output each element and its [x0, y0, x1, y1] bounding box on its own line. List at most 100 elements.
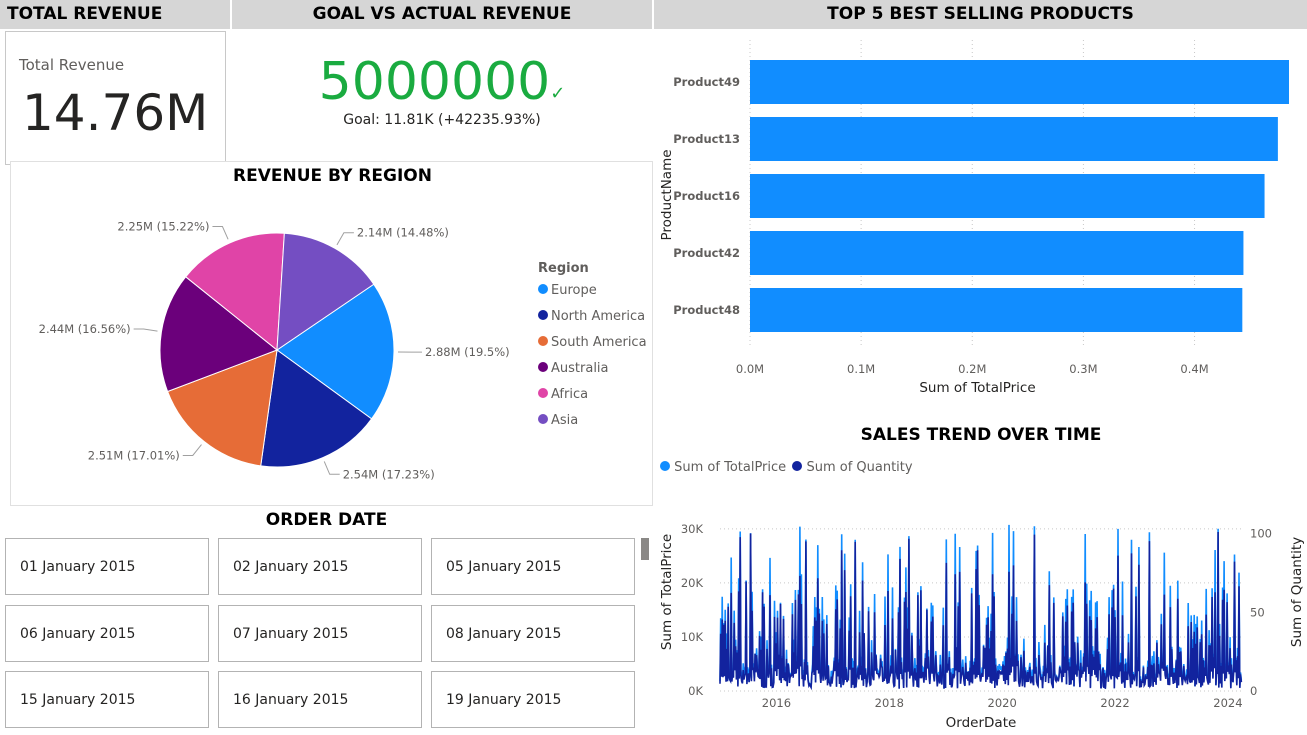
legend-dot-icon — [538, 284, 548, 294]
region-legend-item[interactable]: Africa — [538, 387, 650, 413]
bar-category-label: Product13 — [673, 132, 740, 146]
legend-dot-icon — [538, 336, 548, 346]
legend-label-totalprice: Sum of TotalPrice — [674, 460, 787, 475]
order-date-item[interactable]: 16 January 2015 — [218, 671, 422, 728]
pie-data-label-1: 2.54M (17.23%) — [343, 467, 435, 481]
region-legend-item[interactable]: Australia — [538, 361, 650, 387]
region-legend-label: Australia — [551, 361, 609, 376]
pie-data-label-5: 2.14M (14.48%) — [357, 226, 449, 240]
line-x-tick-label: 2018 — [875, 696, 904, 710]
bar-x-tick-label: 0.1M — [847, 362, 875, 376]
order-date-item[interactable]: 06 January 2015 — [5, 605, 209, 662]
bar-Product49 — [750, 60, 1289, 104]
order-date-item-label: 07 January 2015 — [233, 626, 349, 642]
line-y-left-tick-label: 30K — [681, 522, 704, 536]
region-legend-item[interactable]: North America — [538, 309, 650, 335]
line-y-left-tick-label: 0K — [688, 684, 703, 698]
order-date-item-label: 06 January 2015 — [20, 626, 136, 642]
order-date-item[interactable]: 19 January 2015 — [431, 671, 635, 728]
order-date-item[interactable]: 15 January 2015 — [5, 671, 209, 728]
bar-Product13 — [750, 117, 1278, 161]
total-revenue-header: TOTAL REVENUE — [0, 0, 230, 29]
order-date-item[interactable]: 01 January 2015 — [5, 538, 209, 595]
line-y-right-axis-title: Sum of Quantity — [1289, 537, 1305, 647]
top5-header: TOP 5 BEST SELLING PRODUCTS — [654, 0, 1307, 29]
pie-leader-line-1 — [323, 461, 340, 475]
region-legend-label: South America — [551, 335, 647, 350]
sales-trend-legend: Sum of TotalPrice Sum of Quantity — [660, 460, 913, 475]
sales-trend-title: SALES TREND OVER TIME — [860, 425, 1102, 445]
bar-x-tick-label: 0.3M — [1069, 362, 1097, 376]
order-date-item-label: 05 January 2015 — [446, 559, 562, 575]
order-date-item[interactable]: 05 January 2015 — [431, 538, 635, 595]
bar-x-axis-title: Sum of TotalPrice — [919, 380, 1035, 396]
line-x-tick-label: 2016 — [762, 696, 791, 710]
line-x-axis-title: OrderDate — [946, 715, 1017, 731]
legend-dot-icon — [538, 414, 548, 424]
order-date-item-label: 01 January 2015 — [20, 559, 136, 575]
region-legend-title: Region — [538, 261, 589, 276]
line-y-left-tick-label: 10K — [681, 630, 704, 644]
region-legend-item[interactable]: Europe — [538, 283, 650, 309]
total-revenue-header-title: TOTAL REVENUE — [7, 4, 163, 24]
order-date-item-label: 16 January 2015 — [233, 692, 349, 708]
pie-data-label-3: 2.44M (16.56%) — [39, 322, 131, 336]
goal-vs-actual-header: GOAL VS ACTUAL REVENUE — [232, 0, 652, 29]
region-legend-label: Africa — [551, 387, 589, 402]
line-y-left-axis-title: Sum of TotalPrice — [659, 534, 675, 650]
total-revenue-card[interactable]: Total Revenue 14.76M — [5, 31, 226, 165]
line-x-tick-label: 2024 — [1213, 696, 1242, 710]
goal-kpi-value: 5000000 — [318, 52, 551, 112]
legend-label-quantity: Sum of Quantity — [806, 460, 913, 475]
pie-leader-line-4 — [212, 226, 229, 240]
order-date-item-label: 19 January 2015 — [446, 692, 562, 708]
order-date-slicer[interactable] — [0, 0, 1, 1]
pie-data-label-0: 2.88M (19.5%) — [425, 345, 510, 359]
order-date-item[interactable]: 07 January 2015 — [218, 605, 422, 662]
bar-x-tick-label: 0.4M — [1180, 362, 1208, 376]
bar-category-label: Product42 — [673, 246, 740, 260]
region-legend-label: Asia — [551, 413, 579, 428]
line-y-right-tick-label: 100 — [1250, 527, 1272, 541]
region-legend-item[interactable]: Asia — [538, 413, 650, 439]
bar-Product16 — [750, 174, 1265, 218]
goal-kpi-card[interactable]: 5000000✓ Goal: 11.81K (+42235.93%) — [232, 40, 652, 140]
line-y-right-tick-label: 50 — [1250, 605, 1265, 619]
goal-kpi-value-row: 5000000✓ — [232, 52, 652, 112]
line-x-tick-label: 2022 — [1100, 696, 1129, 710]
revenue-by-region-visual[interactable]: REVENUE BY REGION 2.88M (19.5%) 2.54M (17… — [10, 161, 653, 506]
line-y-right-tick-label: 0 — [1250, 684, 1257, 698]
goal-kpi-goal-text: Goal: 11.81K (+42235.93%) — [343, 112, 541, 128]
total-revenue-label: Total Revenue — [19, 56, 125, 74]
bar-category-label: Product48 — [673, 303, 740, 317]
order-date-item[interactable]: 08 January 2015 — [431, 605, 635, 662]
line-x-tick-label: 2020 — [988, 696, 1017, 710]
legend-dot-icon — [538, 362, 548, 372]
bar-x-tick-label: 0.0M — [736, 362, 764, 376]
line-y-left-tick-label: 20K — [681, 576, 704, 590]
region-legend: Region Europe North America South America A… — [538, 261, 650, 439]
top5-header-title: TOP 5 BEST SELLING PRODUCTS — [827, 4, 1134, 24]
top5-bar-chart[interactable]: 0.0M 0.1M 0.2M 0.3M 0.4M Product49 Product13 Pr… — [654, 30, 1307, 410]
region-legend-label: North America — [551, 309, 646, 324]
order-date-scrollbar[interactable] — [641, 538, 649, 560]
bar-category-label: Product16 — [673, 189, 740, 203]
pie-leader-line-3 — [133, 328, 158, 332]
check-icon: ✓ — [550, 83, 566, 104]
order-date-item[interactable]: 02 January 2015 — [218, 538, 422, 595]
goal-vs-actual-header-title: GOAL VS ACTUAL REVENUE — [312, 4, 572, 24]
region-legend-item[interactable]: South America — [538, 335, 650, 361]
order-date-item-label: 08 January 2015 — [446, 626, 562, 642]
pie-data-label-4: 2.25M (15.22%) — [117, 220, 209, 234]
total-revenue-value: 14.76M — [22, 84, 209, 142]
bar-category-label: Product49 — [673, 75, 740, 89]
pie-leader-line-5 — [336, 232, 354, 246]
pie-data-label-2: 2.51M (17.01%) — [88, 448, 180, 462]
sales-trend-line-chart[interactable]: 0K 10K 20K 30K 0 50 100 2016 2018 2020 2022 2024 Ord… — [654, 480, 1307, 735]
pie-leader-line-2 — [182, 444, 202, 456]
bar-x-tick-label: 0.2M — [958, 362, 986, 376]
order-date-title: ORDER DATE — [265, 510, 388, 530]
order-date-item-label: 15 January 2015 — [20, 692, 136, 708]
bar-Product48 — [750, 288, 1243, 332]
bar-Product42 — [750, 231, 1244, 275]
